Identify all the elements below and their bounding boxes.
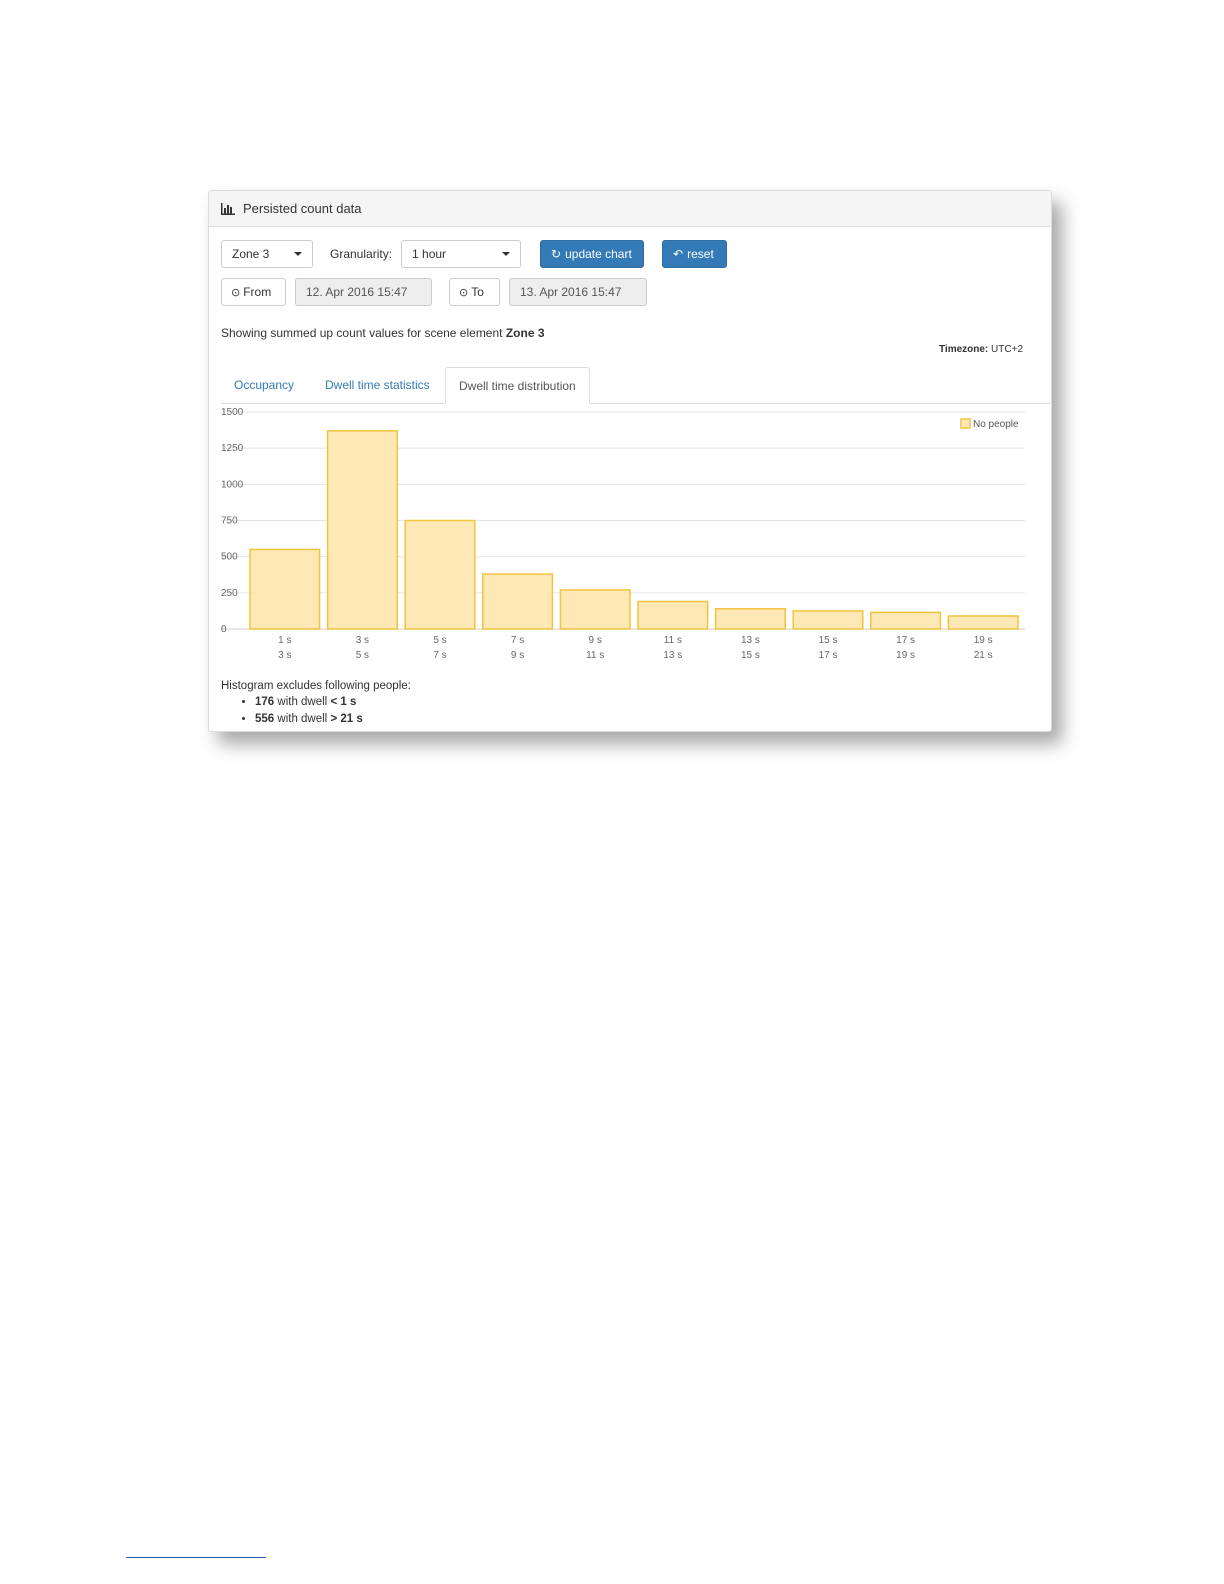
- excluded-condition: < 1 s: [330, 696, 357, 708]
- x-tick-label: 5 s: [356, 650, 369, 661]
- excluded-condition: > 21 s: [330, 713, 363, 725]
- undo-icon: ↶: [673, 247, 684, 261]
- excluded-text: with dwell: [274, 696, 331, 708]
- clock-icon: ⊙: [231, 286, 241, 299]
- excluded-count: 176: [255, 696, 275, 708]
- summary-prefix: Showing summed up count values for scene…: [221, 326, 506, 340]
- reset-button[interactable]: ↶ reset: [662, 240, 728, 268]
- granularity-select[interactable]: 1 hour: [401, 240, 522, 268]
- list-item: 176 with dwell < 1 s: [255, 694, 411, 711]
- notes-list: 176 with dwell < 1 s 556 with dwell > 21…: [221, 694, 411, 728]
- y-tick-label: 1000: [221, 479, 244, 490]
- to-button[interactable]: ⊙ To: [449, 278, 500, 306]
- histogram-bar: [559, 589, 631, 630]
- tab-dwell-time-distribution[interactable]: Dwell time distribution: [445, 367, 590, 404]
- y-tick-label: 500: [221, 552, 238, 563]
- x-tick-label: 15 s: [741, 650, 760, 661]
- x-tick-label: 13 s: [663, 650, 682, 661]
- x-tick-label: 5 s: [433, 635, 446, 646]
- histogram-notes: Histogram excludes following people: 176…: [221, 680, 411, 728]
- x-tick-label: 7 s: [433, 650, 446, 661]
- timezone-label: Timezone:: [938, 344, 989, 355]
- x-tick-label: 9 s: [589, 635, 602, 646]
- x-tick-label: 17 s: [819, 650, 838, 661]
- x-tick-label: 7 s: [511, 635, 524, 646]
- reset-label: reset: [687, 247, 714, 261]
- update-chart-label: update chart: [565, 247, 632, 261]
- x-tick-label: 3 s: [278, 650, 291, 661]
- y-tick-label: 750: [221, 516, 238, 527]
- x-tick-label: 21 s: [974, 650, 993, 661]
- to-date-value: 13. Apr 2016 15:47: [520, 285, 622, 299]
- histogram-bar: [637, 600, 709, 630]
- footnote-separator: [126, 1557, 266, 1558]
- histogram-bar: [249, 548, 321, 630]
- x-tick-label: 17 s: [896, 635, 915, 646]
- x-tick-label: 9 s: [511, 650, 524, 661]
- y-tick-label: 0: [221, 624, 227, 635]
- tab-bar: Occupancy Dwell time statistics Dwell ti…: [221, 367, 1051, 404]
- histogram-bar: [482, 573, 554, 630]
- x-tick-label: 3 s: [356, 635, 369, 646]
- from-date-field[interactable]: 12. Apr 2016 15:47: [295, 278, 432, 306]
- summary-text: Showing summed up count values for scene…: [221, 326, 545, 340]
- to-label: To: [471, 285, 484, 299]
- clock-icon: ⊙: [459, 286, 469, 299]
- histogram-bar: [870, 611, 942, 630]
- y-tick-label: 1500: [221, 407, 244, 418]
- excluded-count: 556: [255, 713, 275, 725]
- bar-chart-icon: [221, 202, 235, 215]
- histogram-bar: [326, 430, 398, 630]
- granularity-label: Granularity:: [330, 247, 393, 261]
- chevron-down-icon: [294, 252, 302, 256]
- y-tick-label: 250: [221, 588, 238, 599]
- list-item: 556 with dwell > 21 s: [255, 711, 411, 728]
- dwell-histogram-chart: 0 250 500 750 1000 1250 1500 1 s 3 s 3 s 5 s 5 s 7 s…: [221, 407, 1025, 661]
- zone-select[interactable]: Zone 3: [221, 240, 313, 268]
- persisted-count-panel: Persisted count data Zone 3 Granularity:…: [208, 190, 1052, 732]
- granularity-select-value: 1 hour: [412, 247, 447, 261]
- from-date-value: 12. Apr 2016 15:47: [306, 285, 408, 299]
- panel-heading: Persisted count data: [209, 191, 1051, 227]
- y-tick-label: 1250: [221, 443, 244, 454]
- timezone-value: UTC+2: [991, 344, 1023, 355]
- x-tick-label: 11 s: [664, 635, 682, 646]
- x-tick-label: 1 s: [278, 635, 291, 646]
- x-tick-label: 15 s: [819, 635, 838, 646]
- timezone: Timezone: UTC+2: [939, 344, 1023, 355]
- zone-select-value: Zone 3: [232, 247, 270, 261]
- x-tick-label: 11 s: [586, 650, 604, 661]
- histogram-bar: [404, 519, 476, 630]
- excluded-text: with dwell: [274, 713, 331, 725]
- histogram-bar: [714, 607, 786, 630]
- tab-label: Occupancy: [234, 378, 295, 392]
- update-chart-button[interactable]: ↻ update chart: [540, 240, 645, 268]
- x-tick-label: 19 s: [896, 650, 915, 661]
- refresh-icon: ↻: [551, 247, 562, 261]
- panel-title: Persisted count data: [243, 201, 362, 216]
- legend-swatch: [960, 418, 971, 429]
- notes-intro: Histogram excludes following people:: [221, 680, 411, 692]
- from-label: From: [243, 285, 272, 299]
- chevron-down-icon: [502, 252, 511, 256]
- tab-label: Dwell time statistics: [325, 378, 430, 392]
- x-tick-label: 19 s: [974, 635, 993, 646]
- to-date-field[interactable]: 13. Apr 2016 15:47: [509, 278, 647, 306]
- histogram-bar: [947, 615, 1019, 630]
- tab-label: Dwell time distribution: [459, 378, 576, 393]
- x-tick-label: 13 s: [741, 635, 760, 646]
- from-button[interactable]: ⊙ From: [221, 278, 286, 306]
- histogram-bar: [792, 610, 864, 630]
- legend-label: No people: [973, 419, 1019, 430]
- summary-element: Zone 3: [505, 326, 545, 340]
- tab-occupancy[interactable]: Occupancy: [221, 367, 307, 403]
- tab-dwell-time-statistics[interactable]: Dwell time statistics: [312, 367, 443, 403]
